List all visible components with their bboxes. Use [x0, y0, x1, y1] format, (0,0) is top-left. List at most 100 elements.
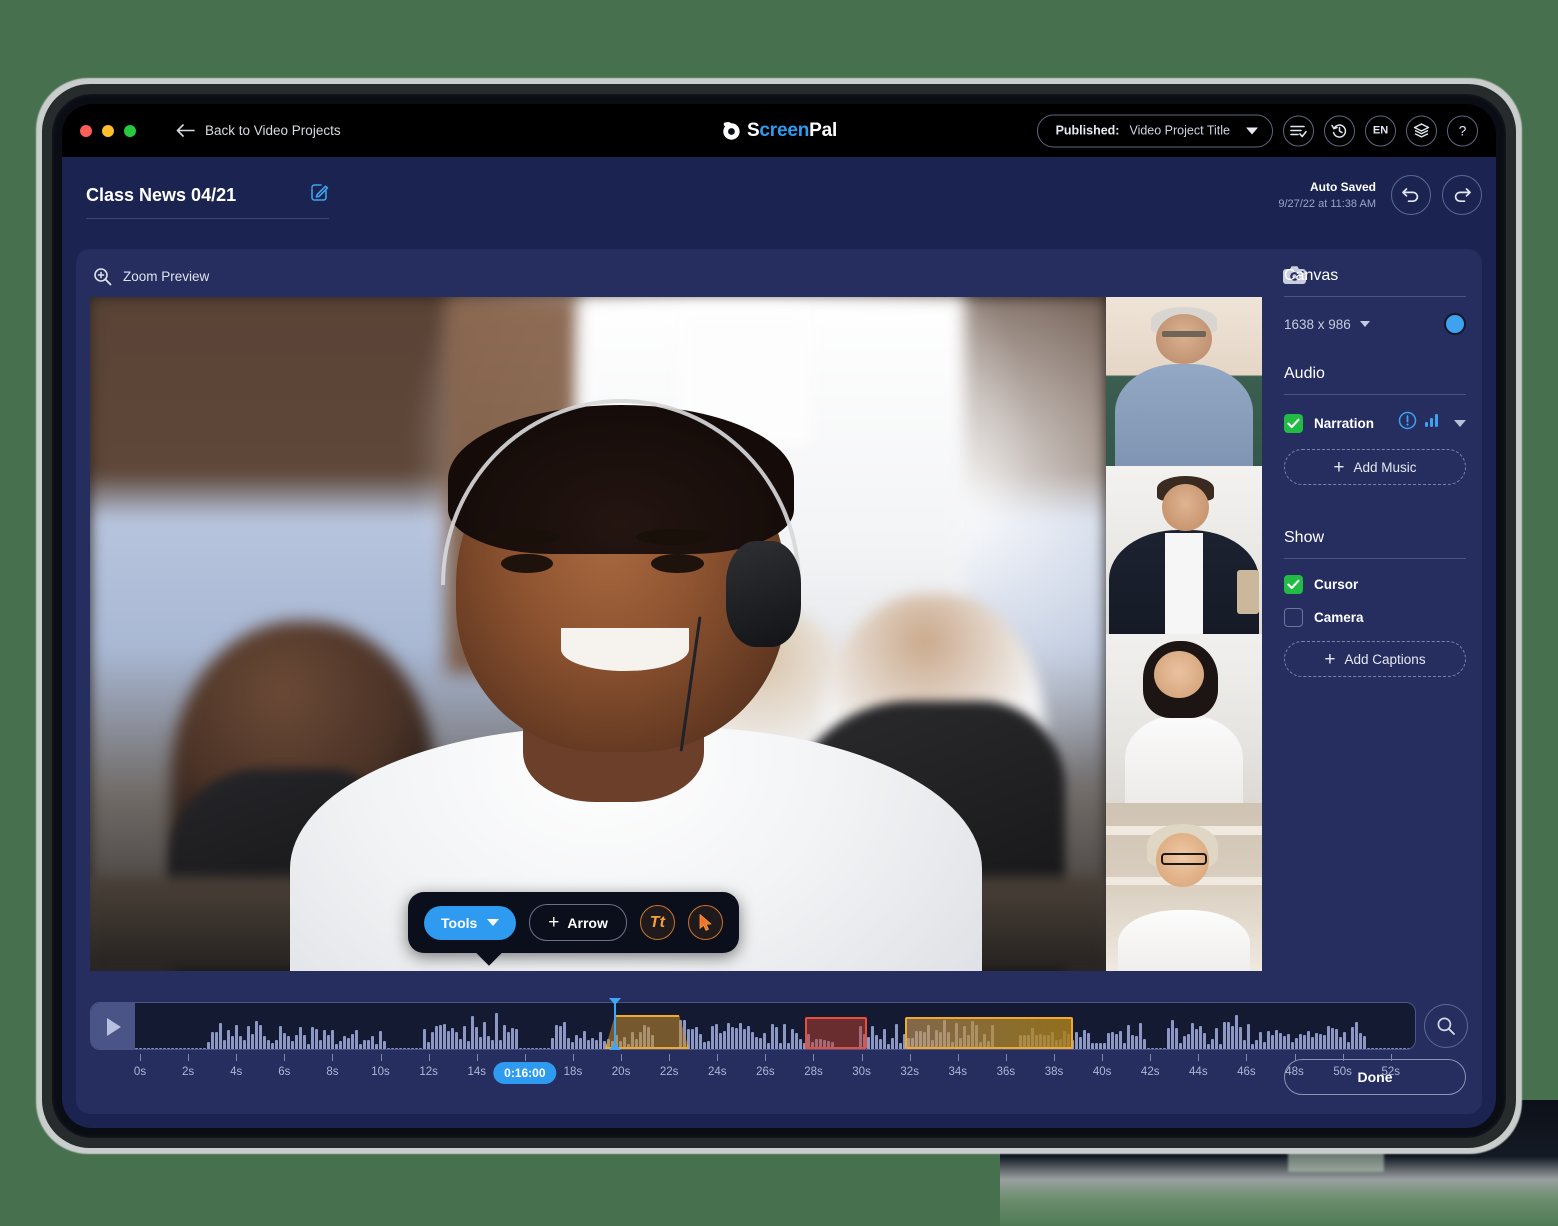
ruler-tick-label: 38s	[1044, 1066, 1064, 1078]
timeline-playhead[interactable]	[609, 998, 621, 1050]
back-to-video-projects-link[interactable]: Back to Video Projects	[176, 123, 341, 138]
timeline-track[interactable]	[90, 1002, 1416, 1050]
layers-button[interactable]	[1406, 115, 1437, 146]
waveform-bar	[239, 1035, 243, 1049]
traffic-lights	[80, 124, 136, 137]
undo-button[interactable]	[1391, 175, 1431, 215]
language-button[interactable]: EN	[1365, 115, 1396, 146]
redo-button[interactable]	[1442, 175, 1482, 215]
screenshot-stage: 3:20 Back to Video Projects	[0, 0, 1558, 1226]
project-title-field[interactable]: Class News 04/21	[86, 183, 329, 219]
waveform-bar	[147, 1047, 151, 1049]
narration-checkbox[interactable]	[1284, 413, 1303, 433]
add-captions-label: Add Captions	[1344, 651, 1426, 667]
add-captions-button[interactable]: + Add Captions	[1284, 641, 1466, 677]
waveform-bar	[563, 1021, 567, 1049]
tools-dropdown-button[interactable]: Tools	[424, 905, 517, 940]
waveform-bar	[755, 1036, 759, 1049]
close-window-button[interactable]	[80, 124, 92, 137]
ruler-tick-label: 44s	[1189, 1066, 1208, 1078]
waveform-bar	[175, 1047, 179, 1049]
alert-circle-icon[interactable]	[1398, 411, 1417, 435]
narration-controls	[1398, 411, 1466, 435]
current-time-chip[interactable]: 0:16:00	[493, 1062, 557, 1084]
ruler-tick-label: 48s	[1285, 1066, 1304, 1078]
waveform-bar	[895, 1024, 899, 1049]
waveform-bar	[515, 1029, 519, 1049]
waveform-bar	[1175, 1028, 1179, 1049]
waveform-bar	[255, 1020, 259, 1049]
ruler-tick-label: 50s	[1333, 1066, 1352, 1078]
ruler-tick	[1246, 1054, 1248, 1061]
ruler-tick-label: 46s	[1237, 1066, 1256, 1078]
autosave-timestamp: 9/27/22 at 11:38 AM	[1278, 198, 1376, 210]
timeline-clip-zoom[interactable]	[905, 1017, 1073, 1049]
checklist-button[interactable]	[1283, 115, 1314, 146]
participant-thumbnail[interactable]	[1106, 465, 1262, 634]
video-canvas[interactable]: Tools + Arrow Tt	[90, 297, 1262, 971]
waveform-bar	[219, 1023, 223, 1049]
waveform-bar	[1127, 1024, 1131, 1049]
waveform-bar	[539, 1047, 543, 1049]
cursor-row: Cursor	[1284, 575, 1466, 594]
waveform-bar	[887, 1043, 891, 1049]
waveform-bar	[743, 1029, 747, 1049]
waveform-bar	[795, 1033, 799, 1049]
waveform-bar	[427, 1042, 431, 1049]
chevron-down-icon	[1246, 127, 1258, 134]
cursor-checkbox[interactable]	[1284, 575, 1303, 594]
divider	[1284, 394, 1466, 395]
publish-status-dropdown[interactable]: Published: Video Project Title	[1036, 114, 1273, 147]
history-button[interactable]	[1324, 115, 1355, 146]
ruler-tick	[332, 1054, 334, 1061]
cursor-tool-button[interactable]	[687, 905, 723, 940]
minimize-window-button[interactable]	[102, 124, 114, 137]
camera-checkbox[interactable]	[1284, 608, 1303, 627]
ruler-tick	[476, 1054, 478, 1061]
waveform-bar	[1271, 1035, 1275, 1049]
text-tool-button[interactable]: Tt	[639, 905, 675, 940]
waveform-bar	[1355, 1022, 1359, 1049]
waveform-bar	[879, 1038, 883, 1049]
add-music-button[interactable]: + Add Music	[1284, 449, 1466, 485]
edit-pencil-icon[interactable]	[310, 183, 329, 207]
divider	[1284, 296, 1466, 297]
waveform-bar	[391, 1047, 395, 1049]
zoom-preview-label: Zoom Preview	[123, 269, 210, 284]
waveform-bar	[1347, 1041, 1351, 1049]
waveform-bar	[447, 1030, 451, 1049]
chevron-down-icon[interactable]	[1454, 419, 1466, 427]
participant-thumbnail[interactable]	[1106, 634, 1262, 803]
timeline-ruler: 0s 2s 4s 6s 8s 10s 12s 14s 18s 20s 22s 24s 26s 28s 30s…	[134, 1054, 1468, 1092]
chevron-down-icon	[487, 919, 500, 926]
waveform-bar	[883, 1028, 887, 1049]
canvas-background-color-swatch[interactable]	[1444, 313, 1466, 335]
participant-thumbnail[interactable]	[1106, 802, 1262, 971]
waveform-bar	[355, 1030, 359, 1049]
timeline-clip-highlight[interactable]	[805, 1017, 867, 1049]
add-arrow-button[interactable]: + Arrow	[529, 904, 627, 941]
participant-thumbnail[interactable]	[1106, 297, 1262, 466]
waveform-bar	[1123, 1042, 1127, 1049]
timeline-zoom-button[interactable]	[1424, 1004, 1468, 1048]
waveform-bar	[1263, 1041, 1267, 1049]
waveform-bar	[751, 1031, 755, 1049]
waveform-bar	[727, 1023, 731, 1049]
waveform-bar	[323, 1029, 327, 1049]
waveform-bar	[547, 1047, 551, 1049]
waveform-bar	[799, 1038, 803, 1049]
waveform-bar	[1251, 1043, 1255, 1049]
waveform-bar	[1119, 1030, 1123, 1049]
waveform-bar	[1295, 1038, 1299, 1049]
waveform-bar	[1079, 1036, 1083, 1049]
waveform-bar	[1403, 1047, 1407, 1049]
canvas-size-dropdown[interactable]: 1638 x 986	[1284, 317, 1370, 332]
waveform-bar	[1187, 1033, 1191, 1049]
play-button[interactable]	[91, 1003, 135, 1049]
maximize-window-button[interactable]	[124, 124, 136, 137]
timeline: 0s 2s 4s 6s 8s 10s 12s 14s 18s 20s 22s 24s 26s 28s 30s…	[90, 998, 1468, 1096]
zoom-preview-toggle[interactable]: Zoom Preview	[93, 267, 209, 286]
page-title: Class News 04/21	[86, 184, 237, 205]
help-button[interactable]: ?	[1447, 115, 1478, 146]
audio-levels-icon[interactable]	[1424, 413, 1441, 433]
